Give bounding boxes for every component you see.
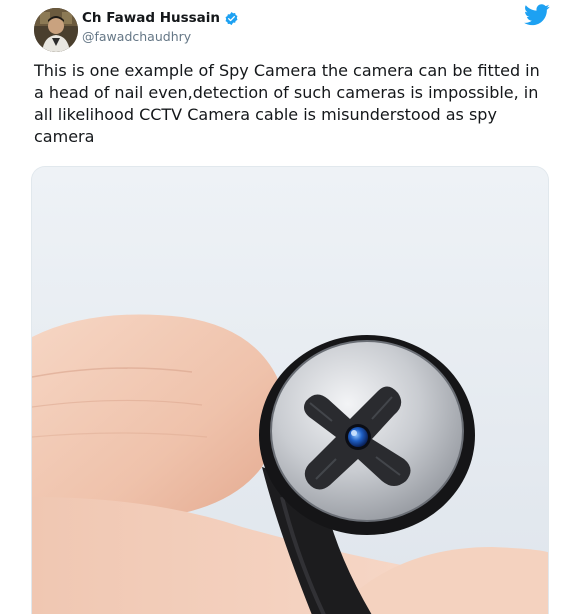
verified-badge-icon (224, 11, 239, 26)
tweet-photo[interactable] (31, 166, 549, 614)
author-name-row[interactable]: Ch Fawad Hussain (82, 10, 239, 26)
tweet-card: Ch Fawad Hussain @fawadchaudhry This is … (0, 0, 583, 614)
avatar[interactable] (34, 8, 78, 52)
twitter-bird-icon[interactable] (524, 4, 550, 28)
tweet-text: This is one example of Spy Camera the ca… (34, 61, 540, 146)
author-handle[interactable]: @fawadchaudhry (82, 29, 191, 44)
author-display-name[interactable]: Ch Fawad Hussain (82, 10, 220, 26)
